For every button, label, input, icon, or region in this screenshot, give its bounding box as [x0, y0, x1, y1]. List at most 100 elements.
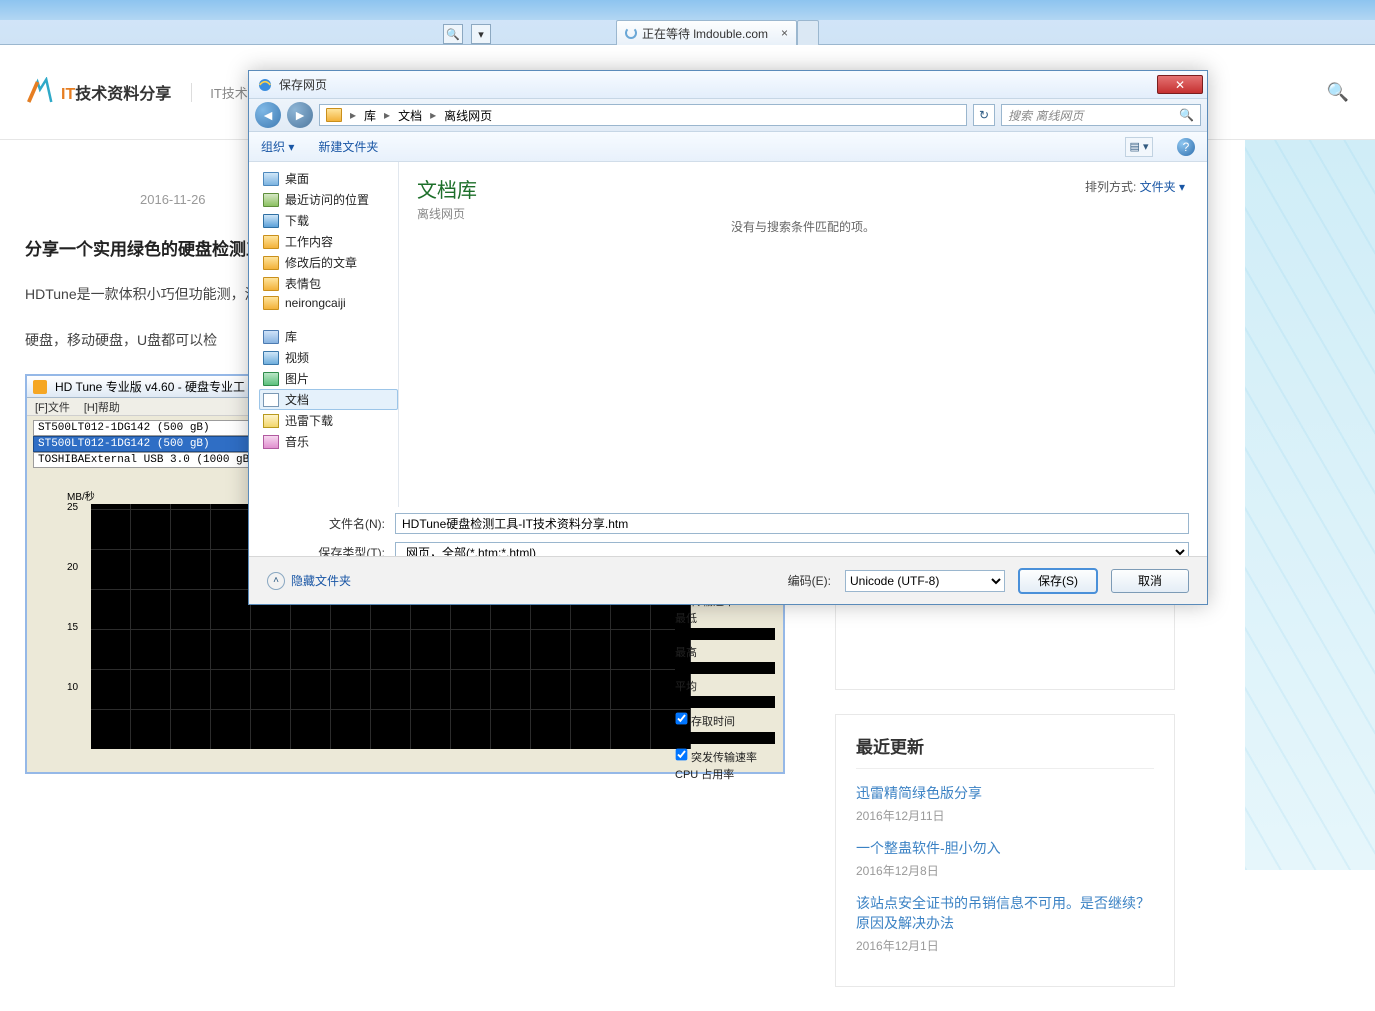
thunder-icon: [263, 414, 279, 428]
cancel-button[interactable]: 取消: [1111, 569, 1189, 593]
opt-max: 最高: [675, 644, 775, 660]
music-icon: [263, 435, 279, 449]
video-icon: [263, 351, 279, 365]
tree-downloads[interactable]: 下载: [259, 210, 398, 231]
nav-forward-button[interactable]: ►: [287, 102, 313, 128]
recent-date: 2016年12月11日: [856, 807, 1154, 824]
search-control[interactable]: 🔍: [443, 24, 463, 44]
crumb-leaf[interactable]: 离线网页: [444, 107, 492, 124]
logo-rest-text: 技术资料分享: [75, 86, 171, 103]
dialog-fields: 文件名(N): 保存类型(T): 网页，全部(*.htm;*.html): [249, 507, 1207, 563]
hdtune-app-icon: [33, 380, 47, 394]
new-tab-button[interactable]: [797, 20, 819, 45]
tab-strip: 正在等待 lmdouble.com ×: [616, 20, 819, 45]
save-button[interactable]: 保存(S): [1019, 569, 1097, 593]
tree-music[interactable]: 音乐: [259, 431, 398, 452]
dialog-title: 保存网页: [279, 76, 327, 93]
nav-tree[interactable]: 桌面 最近访问的位置 下载 工作内容 修改后的文章 表情包 neirongcai…: [249, 162, 399, 507]
window-titlebar-blur: [0, 0, 1375, 20]
tree-documents[interactable]: 文档: [259, 389, 398, 410]
logo-it-text: IT: [61, 86, 75, 103]
opt-avg: 平均: [675, 678, 775, 694]
help-icon[interactable]: ?: [1177, 138, 1195, 156]
dialog-footer: ˄ 隐藏文件夹 编码(E): Unicode (UTF-8) 保存(S) 取消: [249, 556, 1207, 604]
folder-icon: [326, 108, 342, 122]
refresh-button[interactable]: ↻: [973, 104, 995, 126]
chevron-up-icon: ˄: [267, 572, 285, 590]
dialog-titlebar[interactable]: 保存网页 ✕: [249, 71, 1207, 99]
tree-recent[interactable]: 最近访问的位置: [259, 189, 398, 210]
sort-value[interactable]: 文件夹 ▾: [1140, 180, 1185, 194]
search-icon[interactable]: 🔍: [1326, 80, 1350, 104]
document-icon: [263, 393, 279, 407]
ie-icon: [257, 77, 273, 93]
encoding-select[interactable]: Unicode (UTF-8): [845, 570, 1005, 592]
value-bar: [675, 628, 775, 640]
nav-back-button[interactable]: ◄: [255, 102, 281, 128]
picture-icon: [263, 372, 279, 386]
tree-modified[interactable]: 修改后的文章: [259, 252, 398, 273]
organize-button[interactable]: 组织 ▾: [261, 138, 294, 155]
logo-icon: [25, 77, 55, 107]
tree-video[interactable]: 视频: [259, 347, 398, 368]
opt-access[interactable]: 存取时间: [675, 712, 775, 730]
search-icon[interactable]: 🔍: [1179, 108, 1194, 122]
tree-emoji[interactable]: 表情包: [259, 273, 398, 294]
tree-work[interactable]: 工作内容: [259, 231, 398, 252]
crumb-mid[interactable]: 文档: [398, 107, 422, 124]
hdtune-menu-file[interactable]: [F]文件: [35, 399, 70, 414]
tree-thunder[interactable]: 迅雷下载: [259, 410, 398, 431]
folder-icon: [263, 296, 279, 310]
value-bar: [675, 696, 775, 708]
sort-label: 排列方式:: [1085, 180, 1136, 194]
loading-spinner-icon: [625, 27, 637, 39]
y-tick: 20: [67, 562, 78, 573]
address-bar-area: 🔍 ▾: [435, 22, 491, 46]
dialog-body: 桌面 最近访问的位置 下载 工作内容 修改后的文章 表情包 neirongcai…: [249, 162, 1207, 507]
tree-neirong[interactable]: neirongcaiji: [259, 294, 398, 312]
site-logo[interactable]: IT技术资料分享: [25, 77, 171, 107]
browser-chrome: 🔍 ▾ 正在等待 lmdouble.com ×: [0, 0, 1375, 45]
pane-empty-message: 没有与搜索条件匹配的项。: [399, 218, 1207, 235]
file-pane[interactable]: 文档库 离线网页 排列方式: 文件夹 ▾ 没有与搜索条件匹配的项。: [399, 162, 1207, 507]
dialog-close-button[interactable]: ✕: [1157, 75, 1203, 94]
recent-link[interactable]: 一个整蛊软件-胆小勿入: [856, 838, 1154, 858]
recent-date: 2016年12月8日: [856, 862, 1154, 879]
new-folder-button[interactable]: 新建文件夹: [318, 138, 378, 155]
library-icon: [263, 330, 279, 344]
crumb-root[interactable]: 库: [364, 107, 376, 124]
opt-cpu: CPU 占用率: [675, 766, 775, 782]
dialog-nav-row: ◄ ► ▸ 库 ▸ 文档 ▸ 离线网页 ↻ 搜索 离线网页 🔍: [249, 99, 1207, 132]
tree-libraries[interactable]: 库: [259, 326, 398, 347]
tree-desktop[interactable]: 桌面: [259, 168, 398, 189]
browser-tab[interactable]: 正在等待 lmdouble.com ×: [616, 20, 797, 45]
recent-link[interactable]: 迅雷精简绿色版分享: [856, 783, 1154, 803]
value-bar: [675, 732, 775, 744]
value-bar: [675, 662, 775, 674]
hide-folders-toggle[interactable]: ˄ 隐藏文件夹: [267, 572, 351, 590]
y-tick: 15: [67, 622, 78, 633]
opt-burst[interactable]: 突发传输速率: [675, 748, 775, 766]
dialog-search-field[interactable]: 搜索 离线网页 🔍: [1001, 104, 1201, 126]
dialog-toolbar: 组织 ▾ 新建文件夹 ▤ ▾ ?: [249, 132, 1207, 162]
breadcrumb[interactable]: ▸ 库 ▸ 文档 ▸ 离线网页: [319, 104, 967, 126]
recent-link[interactable]: 该站点安全证书的吊销信息不可用。是否继续？原因及解决办法: [856, 893, 1154, 933]
folder-icon: [263, 256, 279, 270]
hdtune-title: HD Tune 专业版 v4.60 - 硬盘专业工: [55, 378, 245, 395]
hdtune-menu-help[interactable]: [H]帮助: [84, 399, 120, 414]
search-placeholder: 搜索 离线网页: [1008, 107, 1083, 124]
view-mode-button[interactable]: ▤ ▾: [1125, 137, 1153, 157]
pane-sort: 排列方式: 文件夹 ▾: [1085, 178, 1185, 195]
recent-date: 2016年12月1日: [856, 937, 1154, 954]
tree-pictures[interactable]: 图片: [259, 368, 398, 389]
encoding-label: 编码(E):: [788, 572, 831, 589]
filename-row: 文件名(N):: [307, 513, 1189, 534]
y-tick: 25: [67, 502, 78, 513]
y-tick: 10: [67, 682, 78, 693]
tab-close-icon[interactable]: ×: [781, 26, 788, 40]
filename-input[interactable]: [395, 513, 1189, 534]
search-dropdown[interactable]: ▾: [471, 24, 491, 44]
folder-icon: [263, 277, 279, 291]
tab-title: 正在等待 lmdouble.com: [642, 25, 768, 42]
y-axis-unit-left: MB/秒: [67, 488, 95, 503]
